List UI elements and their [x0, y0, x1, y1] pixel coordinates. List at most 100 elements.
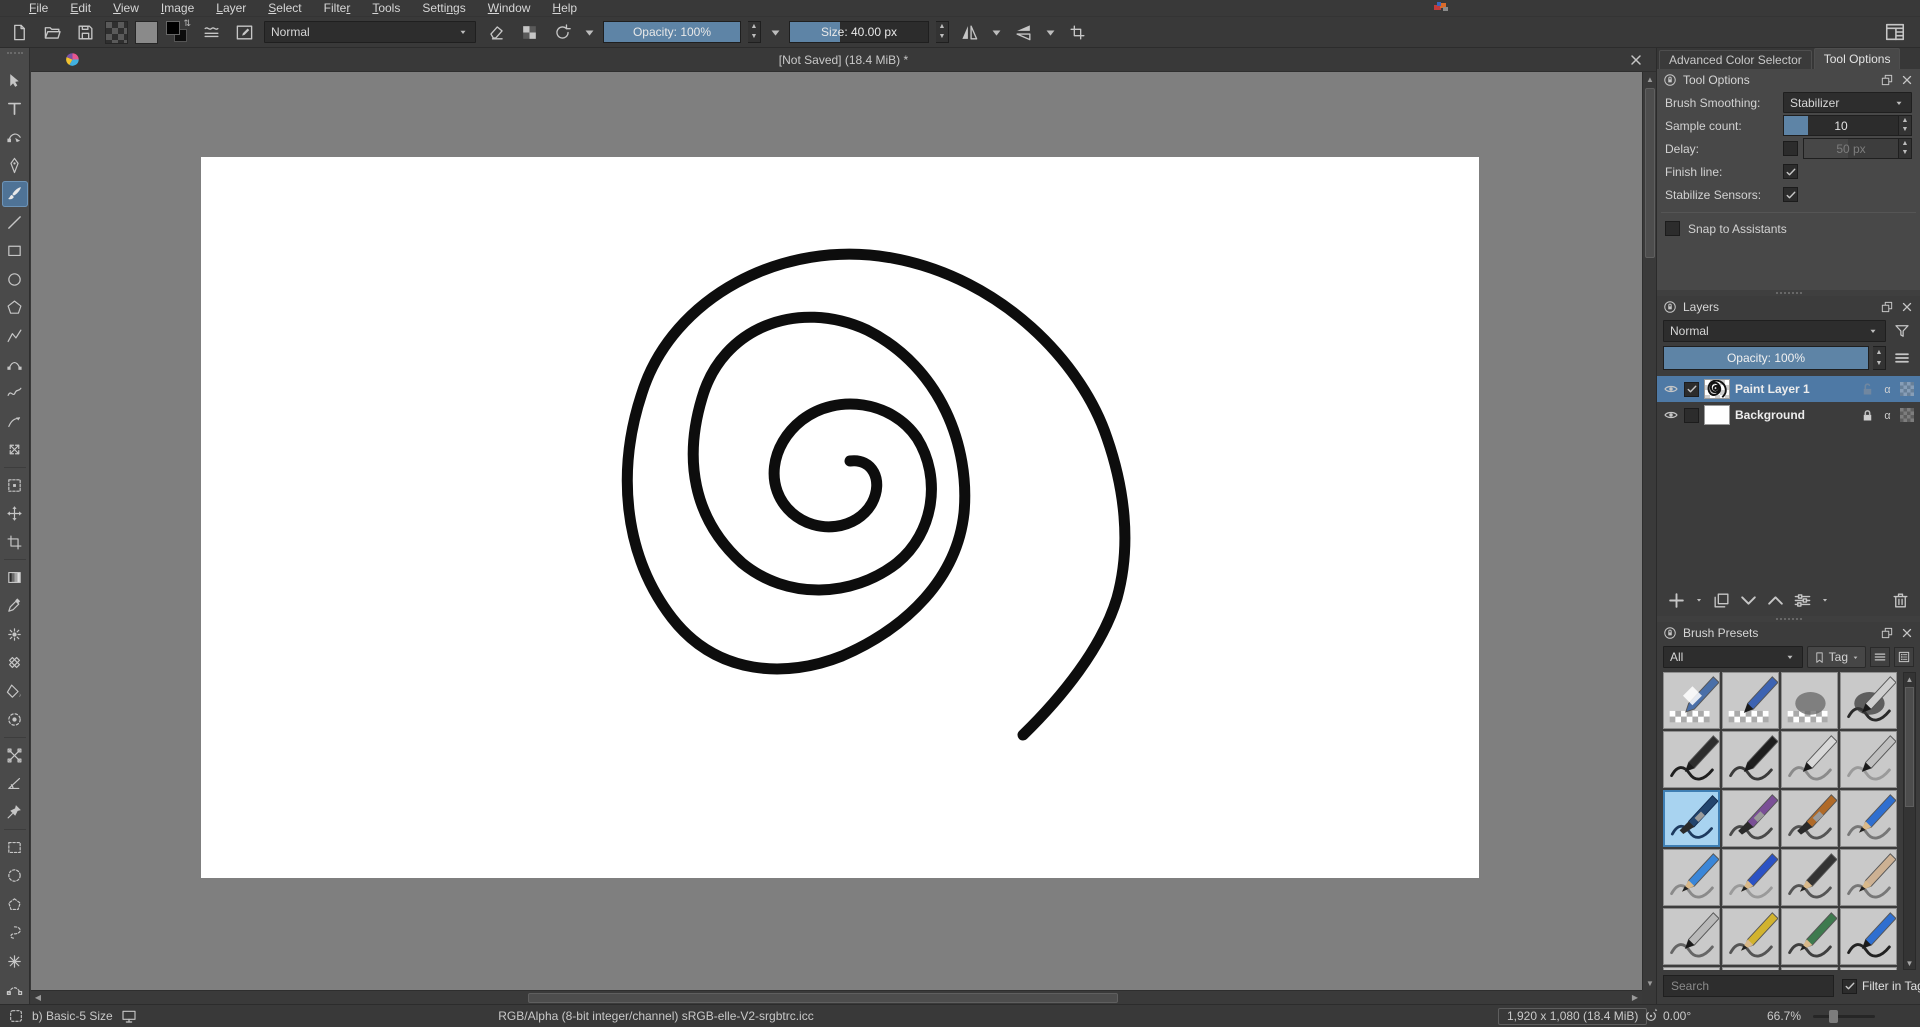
search-input[interactable]: [1663, 975, 1834, 997]
delete-layer-button[interactable]: [1891, 591, 1910, 610]
layer-properties-button[interactable]: [1793, 591, 1812, 610]
tool-polygon[interactable]: [2, 295, 28, 320]
menu-image[interactable]: Image: [150, 0, 205, 17]
tool-select-freehand[interactable]: [2, 920, 28, 945]
tool-polyline[interactable]: [2, 323, 28, 348]
brush-preset-charcoal-pencil[interactable]: [1781, 908, 1838, 965]
duplicate-layer-button[interactable]: [1712, 591, 1731, 610]
tool-text[interactable]: [2, 96, 28, 121]
scroll-down-icon[interactable]: ▼: [1643, 976, 1657, 990]
brush-smoothing-select[interactable]: Stabilizer: [1783, 92, 1912, 113]
menu-select[interactable]: Select: [257, 0, 312, 17]
tool-multibrush[interactable]: [2, 437, 28, 462]
new-document-button[interactable]: [6, 19, 32, 45]
sample-count-input[interactable]: 10: [1783, 115, 1899, 136]
brush-preset-basic-4[interactable]: [1840, 731, 1897, 788]
brush-preset-pencil-soft[interactable]: [1840, 849, 1897, 906]
scroll-up-icon[interactable]: ▲: [1904, 673, 1915, 685]
canvas[interactable]: [201, 157, 1479, 878]
tool-select-bezier[interactable]: [2, 977, 28, 1002]
tool-edit-shapes[interactable]: [2, 124, 28, 149]
layer-row-background[interactable]: Backgroundα: [1657, 402, 1920, 428]
mirror-horizontal-button[interactable]: [956, 19, 982, 45]
brush-size-spinner[interactable]: ▲▼: [936, 21, 949, 43]
tool-fill[interactable]: [2, 679, 28, 704]
tool-select-shapes[interactable]: [2, 67, 28, 92]
alpha-channel-icon[interactable]: α: [1880, 408, 1895, 423]
brush-editor-button[interactable]: [231, 19, 257, 45]
layer-opacity-spinner[interactable]: ▲▼: [1873, 346, 1886, 370]
menu-layer[interactable]: Layer: [205, 0, 257, 17]
stabilize-sensors-checkbox[interactable]: [1783, 187, 1798, 202]
gradient-chooser-button[interactable]: [198, 19, 224, 45]
tool-measure[interactable]: [2, 771, 28, 796]
brush-preset-airbrush-soft[interactable]: [1840, 672, 1897, 729]
brush-preset-pencil-hb[interactable]: [1722, 849, 1779, 906]
brush-preset-eraser-circle[interactable]: [1663, 672, 1720, 729]
tool-select-rectangular[interactable]: [2, 835, 28, 860]
preset-scrollbar[interactable]: ▲ ▼: [1903, 672, 1916, 970]
brush-preset-pen-a[interactable]: [1663, 967, 1720, 970]
unlock-icon[interactable]: [1860, 382, 1875, 397]
brush-preset-eraser-soft[interactable]: [1781, 672, 1838, 729]
layer-row-paint-layer-1[interactable]: Paint Layer 1α: [1657, 376, 1920, 402]
layer-options-button[interactable]: [1890, 346, 1914, 370]
toolbox-grip[interactable]: [7, 52, 23, 60]
tool-transform[interactable]: [2, 472, 28, 497]
tool-enclose-fill[interactable]: [2, 707, 28, 732]
fit-to-screen-icon[interactable]: [121, 1008, 137, 1024]
layer-thumbnail[interactable]: [1704, 405, 1730, 425]
scroll-up-icon[interactable]: ▲: [1643, 72, 1657, 86]
current-brush-name[interactable]: b) Basic-5 Size: [32, 1009, 113, 1023]
float-docker-icon[interactable]: [1880, 626, 1894, 640]
preserve-alpha-button[interactable]: [516, 19, 542, 45]
selection-status-icon[interactable]: [8, 1008, 24, 1024]
scroll-left-icon[interactable]: ◀: [31, 991, 45, 1005]
tool-dynamic-brush[interactable]: [2, 409, 28, 434]
sample-count-spinner[interactable]: ▲▼: [1899, 115, 1912, 136]
tool-move[interactable]: [2, 501, 28, 526]
gradient-swatch[interactable]: [105, 21, 128, 44]
tool-reference-images[interactable]: [2, 799, 28, 824]
menu-settings[interactable]: Settings: [411, 0, 476, 17]
mirror-vertical-dropdown[interactable]: [1043, 19, 1057, 45]
layer-checkbox[interactable]: [1684, 408, 1699, 423]
eraser-mode-button[interactable]: [483, 19, 509, 45]
vertical-scroll-thumb[interactable]: [1645, 88, 1655, 258]
filter-in-tag-checkbox[interactable]: [1842, 979, 1857, 994]
add-layer-dropdown[interactable]: [1694, 595, 1704, 605]
brush-preset-pencil-2b[interactable]: [1663, 849, 1720, 906]
tool-gradient[interactable]: [2, 565, 28, 590]
alpha-inherit-icon[interactable]: [1900, 408, 1914, 422]
menu-help[interactable]: Help: [541, 0, 588, 17]
tag-button[interactable]: Tag: [1807, 646, 1866, 668]
brush-preset-basic-5-size[interactable]: [1663, 790, 1720, 847]
zoom-slider-thumb[interactable]: [1829, 1010, 1838, 1023]
tool-colorize-mask[interactable]: [2, 622, 28, 647]
brush-preset-pen-d[interactable]: [1840, 967, 1897, 970]
menu-view[interactable]: View: [102, 0, 150, 17]
brush-preset-ink-pen[interactable]: [1663, 908, 1720, 965]
horizontal-scrollbar[interactable]: ◀ ▶: [31, 990, 1642, 1004]
horizontal-scroll-thumb[interactable]: [528, 993, 1118, 1003]
foreground-background-colors[interactable]: ⇅: [165, 19, 191, 45]
alpha-channel-icon[interactable]: α: [1880, 382, 1895, 397]
tool-ellipse[interactable]: [2, 266, 28, 291]
move-layer-up-button[interactable]: [1766, 591, 1785, 610]
brush-preset-fill-brush[interactable]: [1781, 790, 1838, 847]
tool-freehand-brush[interactable]: [2, 181, 28, 206]
tool-assistants[interactable]: [2, 742, 28, 767]
opacity-spinner[interactable]: ▲▼: [748, 21, 761, 43]
close-docker-icon[interactable]: [1900, 300, 1914, 314]
tool-line[interactable]: [2, 210, 28, 235]
menu-file[interactable]: File: [18, 0, 59, 17]
tab-advanced-color-selector[interactable]: Advanced Color Selector: [1659, 50, 1812, 69]
menu-edit[interactable]: Edit: [59, 0, 102, 17]
preset-scroll-thumb[interactable]: [1905, 687, 1914, 807]
float-docker-icon[interactable]: [1880, 73, 1894, 87]
brush-preset-pencil-4b[interactable]: [1781, 849, 1838, 906]
workspace-chooser-button[interactable]: [1882, 19, 1908, 45]
opacity-dropdown[interactable]: [768, 19, 782, 45]
tool-calligraphy[interactable]: [2, 153, 28, 178]
brush-preset-basic-1[interactable]: [1663, 731, 1720, 788]
